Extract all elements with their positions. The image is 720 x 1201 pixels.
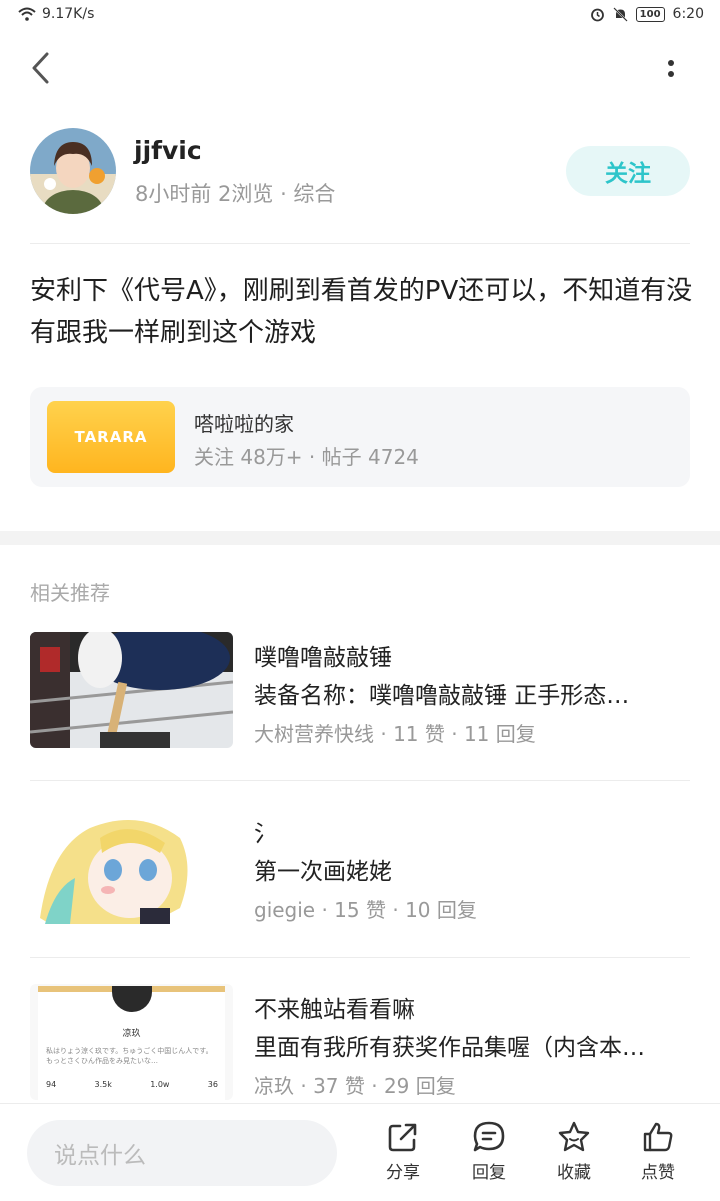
reply-label: 回复 [472, 1163, 506, 1183]
status-bar: 9.17K/s 100 6:20 [0, 0, 720, 30]
clock: 6:20 [672, 6, 704, 22]
chevron-left-icon [32, 52, 49, 84]
more-options-button[interactable] [654, 48, 688, 88]
rec-meta: giegie · 15 赞 · 10 回复 [254, 898, 477, 922]
star-icon [558, 1121, 590, 1152]
circle-name: 嗒啦啦的家 [194, 412, 294, 436]
share-label: 分享 [386, 1163, 420, 1183]
favorite-button[interactable]: 收藏 [539, 1120, 609, 1190]
favorite-label: 收藏 [557, 1163, 591, 1183]
status-right: 100 6:20 [590, 6, 704, 22]
rec-thumbnail: 凉玖 私はりょう涼く玖です。ちゅうごく中国じん人です。もっとさくひん作品をみ見た… [30, 984, 233, 1100]
hammer-photo [30, 632, 233, 748]
anime-girl-drawing [30, 808, 233, 924]
thumb-stat: 1.0w [150, 1080, 170, 1089]
more-dot-icon [668, 59, 674, 66]
alarm-icon [590, 8, 604, 21]
status-left: 9.17K/s [18, 6, 94, 22]
thumb-profile-name: 凉玖 [122, 1029, 141, 1039]
circle-stats: 关注 48万+ · 帖子 4724 [194, 445, 419, 469]
rec-title: 氵 [254, 821, 277, 847]
divider [30, 780, 690, 781]
back-button[interactable] [22, 48, 58, 88]
rec-meta: 大树营养快线 · 11 赞 · 11 回复 [254, 722, 536, 746]
network-speed: 9.17K/s [42, 6, 95, 22]
comment-icon [473, 1121, 505, 1152]
rec-desc: 第一次画姥姥 [254, 859, 392, 885]
avatar-illustration [30, 128, 116, 214]
author-name[interactable]: jjfvic [134, 136, 202, 165]
profile-card-thumbnail: 凉玖 私はりょう涼く玖です。ちゅうごく中国じん人です。もっとさくひん作品をみ見た… [38, 986, 225, 1100]
post-meta: 8小时前 2浏览 · 综合 [135, 182, 336, 206]
like-button[interactable]: 点赞 [623, 1120, 693, 1190]
reply-button[interactable]: 回复 [454, 1120, 524, 1190]
circle-logo: TARARA [47, 401, 175, 473]
follow-button[interactable]: 关注 [566, 146, 690, 196]
mute-bell-icon [612, 6, 628, 22]
profile-avatar [112, 986, 152, 1012]
like-label: 点赞 [641, 1163, 675, 1183]
comment-input[interactable]: 说点什么 [27, 1120, 337, 1186]
rec-title: 噗噜噜敲敲锤 [254, 645, 392, 671]
rec-desc: 装备名称：噗噜噜敲敲锤 正手形态… [254, 683, 630, 709]
rec-title: 不来触站看看嘛 [254, 997, 415, 1023]
rec-meta: 凉玖 · 37 赞 · 29 回复 [254, 1074, 456, 1098]
post-body: 安利下《代号A》，刚刷到看首发的PV还可以，不知道有没有跟我一样刷到这个游戏 [30, 276, 693, 348]
rec-thumbnail [30, 632, 233, 748]
rec-desc: 里面有我所有获奖作品集喔（内含本… [254, 1035, 645, 1061]
avatar[interactable] [30, 128, 116, 214]
section-separator [0, 531, 720, 545]
thumb-profile-stats: 94 3.5k 1.0w 36 [46, 1080, 218, 1089]
list-item[interactable]: 噗噜噜敲敲锤 装备名称：噗噜噜敲敲锤 正手形态… 大树营养快线 · 11 赞 ·… [30, 632, 690, 748]
section-title: 相关推荐 [30, 581, 110, 605]
divider [30, 243, 690, 244]
list-item[interactable]: 凉玖 私はりょう涼く玖です。ちゅうごく中国じん人です。もっとさくひん作品をみ見た… [30, 984, 690, 1100]
wifi-icon [18, 7, 36, 21]
battery-indicator: 100 [635, 6, 665, 22]
rec-thumbnail [30, 808, 233, 924]
thumb-stat: 3.5k [94, 1080, 112, 1089]
thumbs-up-icon [643, 1122, 673, 1152]
bottom-action-bar: 说点什么 分享 回复 收藏 点赞 [0, 1103, 720, 1201]
more-dot-icon [668, 70, 674, 77]
list-item[interactable]: 氵 第一次画姥姥 giegie · 15 赞 · 10 回复 [30, 808, 690, 924]
thumb-profile-bio: 私はりょう涼く玖です。ちゅうごく中国じん人です。もっとさくひん作品をみ見たいな… [46, 1047, 213, 1065]
thumb-stat: 36 [207, 1080, 218, 1089]
divider [30, 957, 690, 958]
share-icon [388, 1123, 417, 1152]
share-button[interactable]: 分享 [368, 1120, 438, 1190]
circle-card[interactable]: TARARA 嗒啦啦的家 关注 48万+ · 帖子 4724 [30, 387, 690, 487]
thumb-stat: 94 [46, 1080, 57, 1089]
